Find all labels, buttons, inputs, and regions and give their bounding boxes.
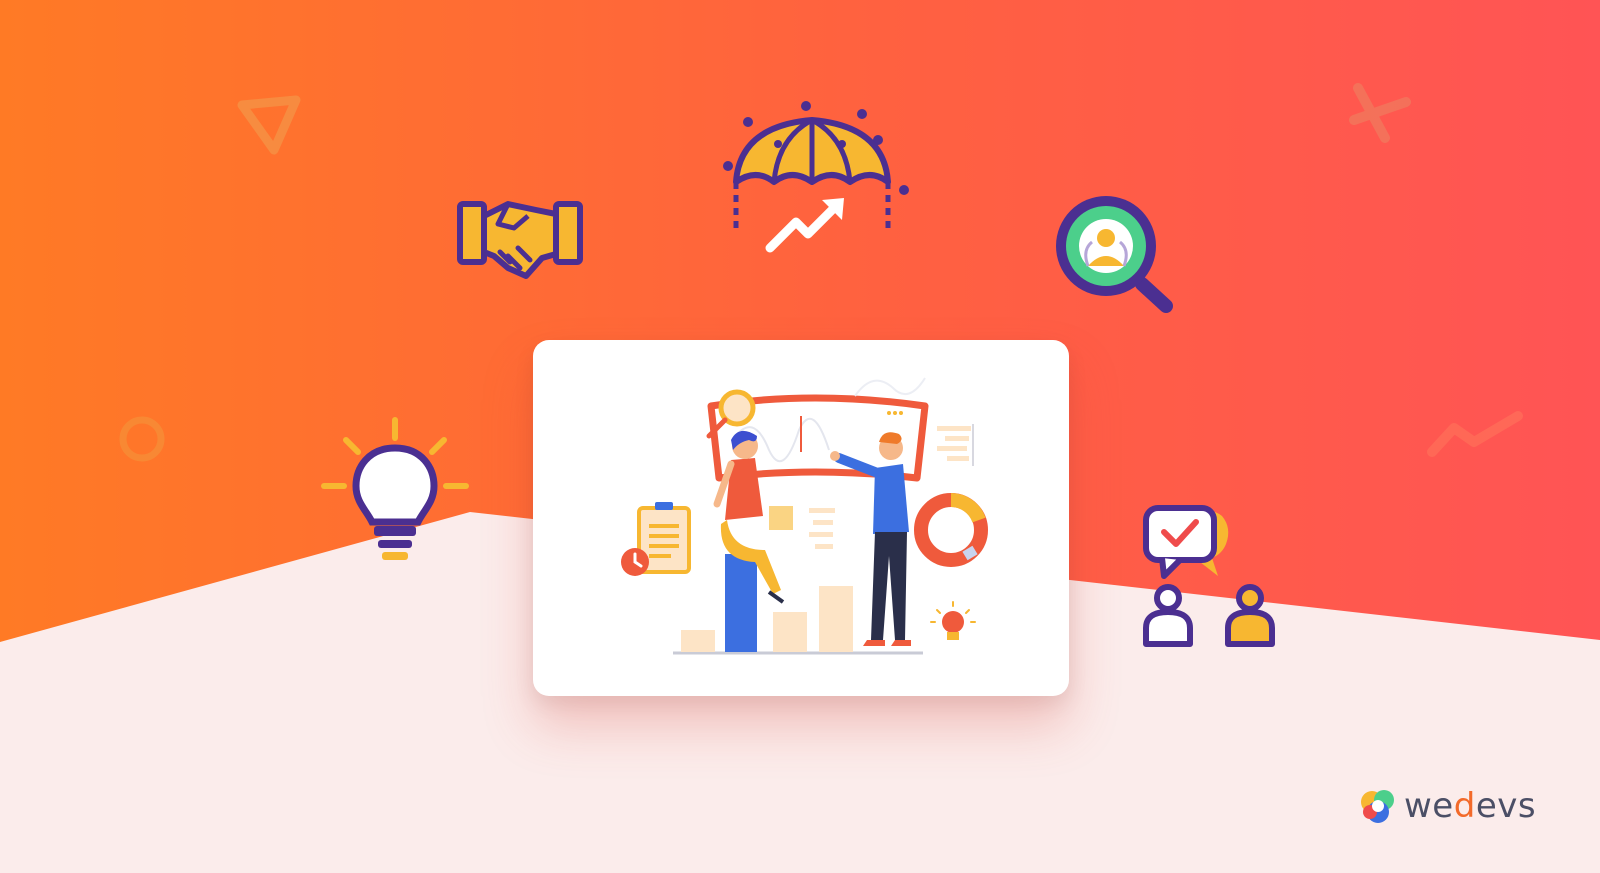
hero-banner: wedevs: [0, 0, 1600, 873]
umbrella-growth-icon: [723, 101, 909, 253]
bar-1: [681, 630, 715, 652]
wedevs-logo-text: wedevs: [1404, 786, 1537, 826]
wedevs-logo[interactable]: wedevs: [1358, 783, 1536, 829]
handshake-icon: [457, 201, 583, 279]
candidate-search-icon: [1056, 196, 1173, 313]
illustration-card: [533, 340, 1069, 696]
team-analytics-illustration: [621, 377, 988, 655]
lightbulb-icon: [321, 417, 469, 560]
bar-3: [819, 586, 853, 652]
team-chat-icon: [1143, 505, 1275, 647]
wedevs-logo-icon: [1361, 790, 1394, 823]
bar-2: [773, 612, 807, 652]
